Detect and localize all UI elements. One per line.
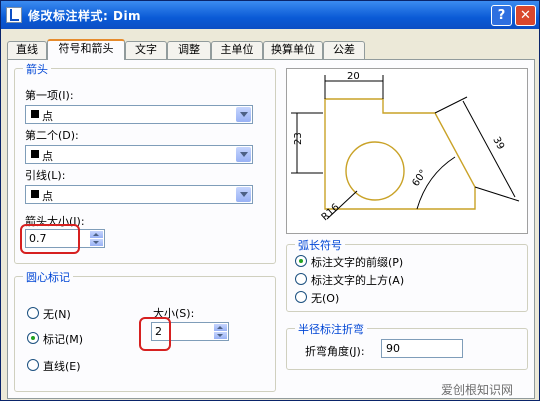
arrowheads-title: 箭头 — [23, 61, 51, 77]
tab-alternate-units[interactable]: 换算单位 — [263, 41, 323, 59]
watermark-text: 爱创根知识网 — [441, 383, 514, 397]
jog-angle-input[interactable]: 90 — [381, 339, 463, 358]
help-button[interactable]: ? — [491, 5, 512, 26]
leader-value: 点 — [42, 190, 53, 203]
arc-prefix-radio[interactable] — [295, 255, 307, 267]
chevron-down-icon[interactable] — [236, 107, 251, 122]
center-marks-title: 圆心标记 — [23, 269, 73, 285]
window-title: 修改标注样式: Dim — [28, 9, 142, 23]
first-arrow-value: 点 — [42, 110, 53, 123]
tab-text[interactable]: 文字 — [125, 41, 167, 59]
first-arrow-label: 第一项(I): — [25, 89, 74, 102]
center-none-label[interactable]: 无(N) — [43, 306, 71, 322]
tab-tolerances[interactable]: 公差 — [323, 41, 365, 59]
highlight-annotation — [20, 224, 80, 254]
tab-lines[interactable]: 直线 — [7, 41, 47, 59]
dot-arrow-icon — [31, 150, 39, 158]
tab-fit[interactable]: 调整 — [167, 41, 211, 59]
tab-primary-units[interactable]: 主单位 — [211, 41, 263, 59]
tab-panel: 箭头 第一项(I): 点 第二个(D): 点 引线(L): 点 箭头大小(I): — [7, 59, 535, 399]
jog-angle-label: 折弯角度(J): — [305, 345, 365, 358]
center-marks-group: 圆心标记 无(N) 标记(M) 直线(E) 大小(S): 2 — [14, 269, 276, 392]
dimension-preview: 20 23 39 60° R16 — [286, 68, 528, 234]
arc-none-radio[interactable] — [295, 291, 307, 303]
arc-none-label[interactable]: 无(O) — [311, 290, 339, 306]
center-none-radio[interactable] — [27, 307, 39, 319]
title-bar: 修改标注样式: Dim ? ✕ — [1, 1, 539, 29]
arc-above-radio[interactable] — [295, 273, 307, 285]
second-arrow-value: 点 — [42, 150, 53, 163]
dim-23-text: 23 — [293, 132, 304, 145]
highlight-annotation — [139, 317, 171, 351]
dim-20-text: 20 — [347, 71, 360, 82]
center-line-radio[interactable] — [27, 359, 39, 371]
jog-angle-value: 90 — [386, 342, 400, 355]
arrowheads-group: 箭头 第一项(I): 点 第二个(D): 点 引线(L): 点 箭头大小(I): — [14, 61, 276, 264]
arc-length-title: 弧长符号 — [295, 237, 345, 253]
second-arrow-label: 第二个(D): — [25, 129, 79, 142]
second-arrow-select[interactable]: 点 — [25, 145, 253, 164]
dot-arrow-icon — [31, 110, 39, 118]
preview-drawing: 20 23 39 60° R16 — [291, 71, 520, 223]
dot-arrow-icon — [31, 190, 39, 198]
autocad-icon — [6, 7, 22, 23]
dialog-window: 修改标注样式: Dim ? ✕ 直线 符号和箭头 文字 调整 主单位 换算单位 … — [0, 0, 540, 401]
leader-select[interactable]: 点 — [25, 185, 253, 204]
center-mark-label[interactable]: 标记(M) — [43, 331, 83, 347]
dim-radius-text: R16 — [320, 202, 342, 223]
tab-symbols-arrows[interactable]: 符号和箭头 — [47, 39, 125, 60]
chevron-down-icon[interactable] — [236, 147, 251, 162]
center-line-label[interactable]: 直线(E) — [43, 358, 81, 374]
arc-prefix-label[interactable]: 标注文字的前缀(P) — [311, 254, 403, 270]
close-button[interactable]: ✕ — [515, 5, 536, 26]
leader-label: 引线(L): — [25, 169, 66, 182]
arc-above-label[interactable]: 标注文字的上方(A) — [311, 272, 404, 288]
chevron-down-icon[interactable] — [236, 187, 251, 202]
spinner-arrows-icon[interactable] — [90, 231, 103, 246]
first-arrow-select[interactable]: 点 — [25, 105, 253, 124]
spinner-arrows-icon[interactable] — [214, 324, 227, 339]
center-mark-radio[interactable] — [27, 332, 39, 344]
radius-jog-group: 半径标注折弯 折弯角度(J): 90 — [286, 321, 528, 370]
arc-length-group: 弧长符号 标注文字的前缀(P) 标注文字的上方(A) 无(O) — [286, 237, 528, 312]
dim-39-text: 39 — [490, 135, 506, 151]
radius-jog-title: 半径标注折弯 — [295, 321, 367, 337]
